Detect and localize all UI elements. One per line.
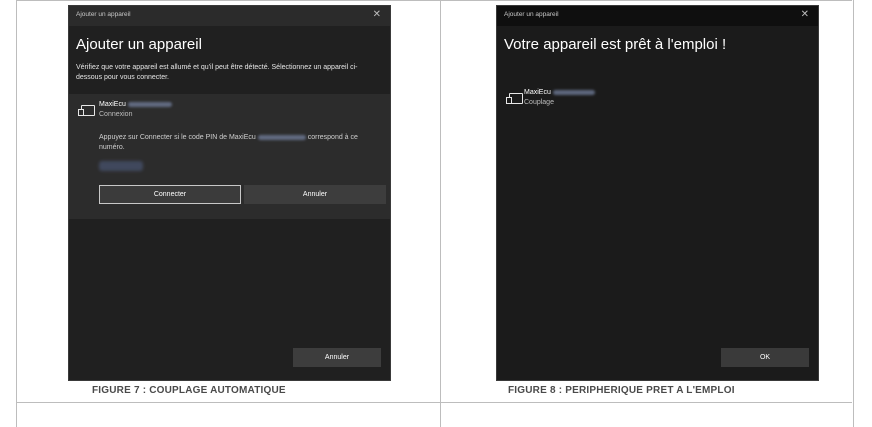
cancel-pairing-button[interactable]: Annuler — [244, 185, 386, 204]
caption-rule — [16, 402, 852, 403]
device-icon — [78, 105, 95, 116]
pin-confirmation-message: Appuyez sur Connecter si le code PIN de … — [99, 134, 358, 151]
device-pairing-panel[interactable]: MaxiEcu Connexion Connecter Annuler — [69, 94, 390, 219]
redacted-serial — [552, 89, 595, 95]
close-icon[interactable]: ✕ — [373, 9, 381, 20]
title-bar: Ajouter un appareil ✕ — [69, 6, 390, 26]
redacted-serial — [127, 101, 172, 107]
device-name: MaxiEcu — [99, 101, 172, 108]
dialog-heading: Votre appareil est prêt à l'emploi ! — [504, 36, 727, 53]
device-name: MaxiEcu — [524, 89, 595, 96]
table-top-border — [16, 0, 852, 1]
title-bar: Ajouter un appareil ✕ — [497, 6, 818, 26]
device-icon — [506, 93, 523, 104]
connect-button[interactable]: Connecter — [99, 185, 241, 204]
add-device-dialog-pairing: Ajouter un appareil ✕ Ajouter un apparei… — [69, 6, 390, 380]
close-icon[interactable]: ✕ — [801, 9, 809, 20]
window-title: Ajouter un appareil — [76, 11, 131, 18]
redacted-serial — [257, 134, 306, 140]
dialog-description: Vérifiez que votre appareil est allumé e… — [76, 64, 358, 81]
figure-8-caption: FIGURE 8 : PERIPHERIQUE PRET A L'EMPLOI — [508, 385, 735, 396]
add-device-dialog-ready: Ajouter un appareil ✕ Votre appareil est… — [497, 6, 818, 380]
device-status: Couplage — [524, 99, 554, 106]
column-divider — [440, 0, 441, 427]
window-title: Ajouter un appareil — [504, 11, 559, 18]
pin-code-redacted — [99, 161, 143, 171]
footer-cancel-button[interactable]: Annuler — [293, 348, 381, 367]
dialog-heading: Ajouter un appareil — [76, 36, 202, 53]
ok-button[interactable]: OK — [721, 348, 809, 367]
device-status: Connexion — [99, 111, 133, 118]
figure-7-caption: FIGURE 7 : COUPLAGE AUTOMATIQUE — [92, 385, 286, 396]
